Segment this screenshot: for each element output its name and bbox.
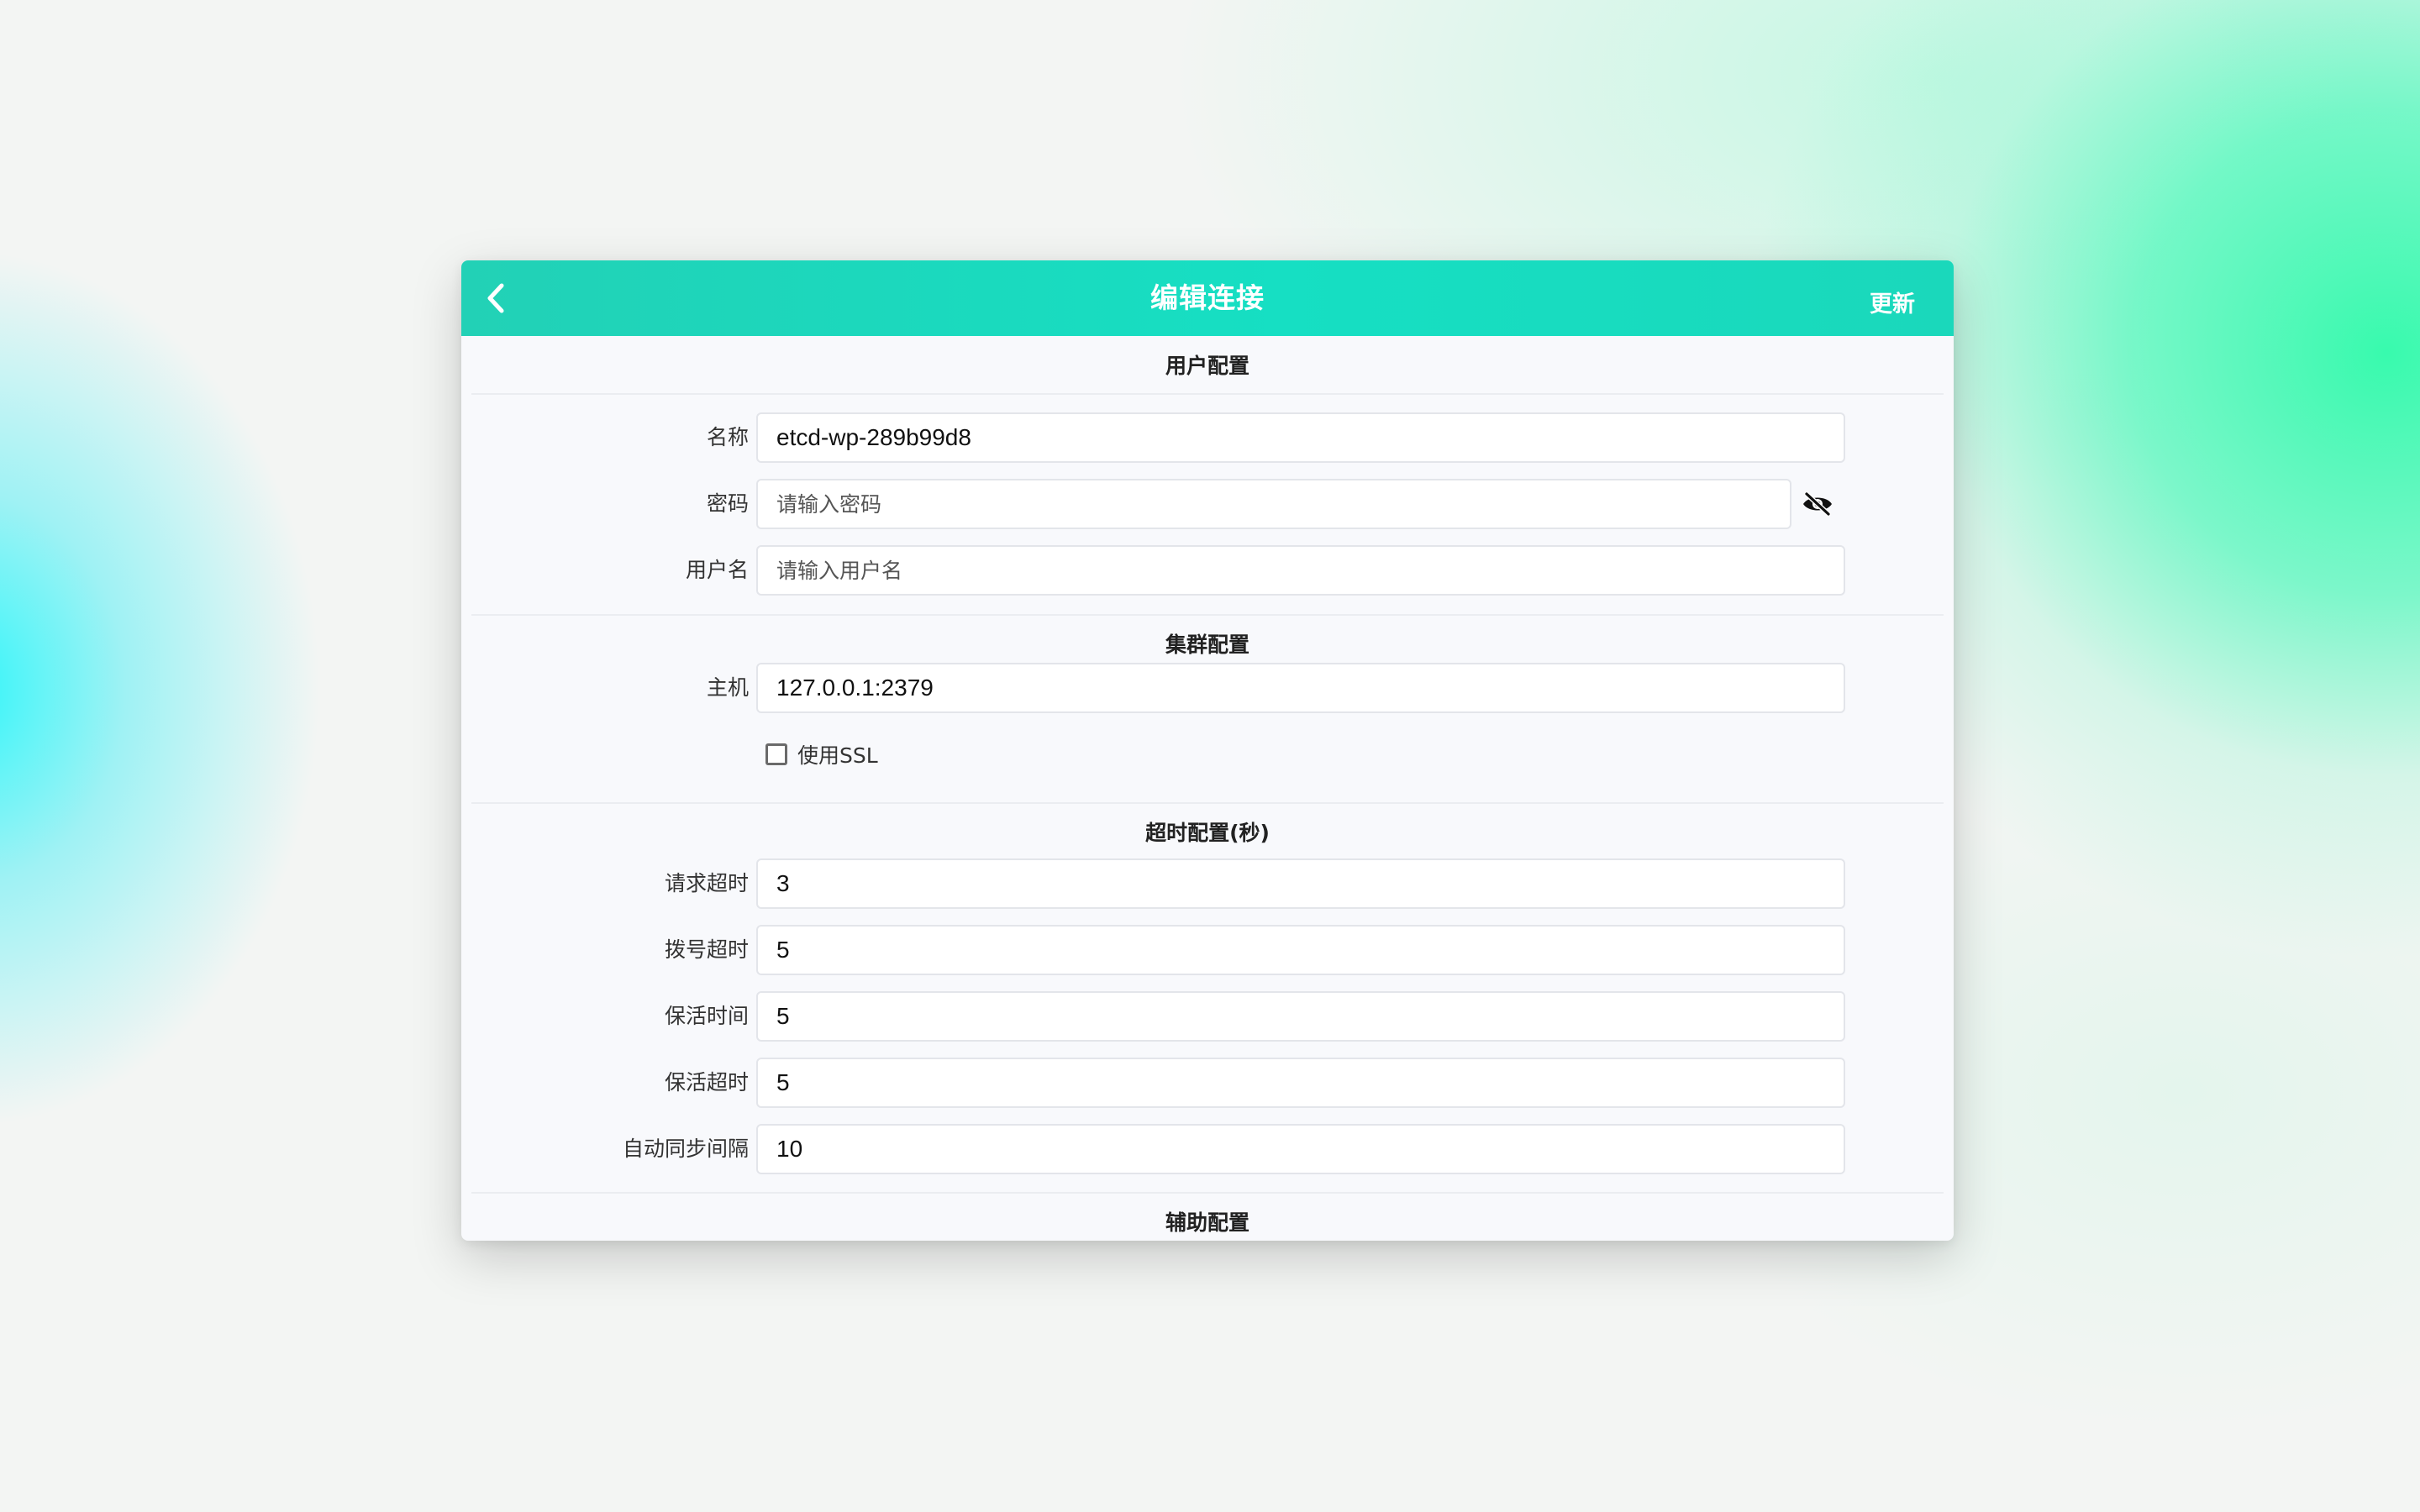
form-row-username: 用户名 bbox=[461, 545, 1954, 596]
host-input[interactable] bbox=[756, 663, 1845, 713]
form-row-password: 密码 bbox=[461, 479, 1954, 529]
section-title-cluster: 集群配置 bbox=[1165, 633, 1249, 657]
divider bbox=[471, 802, 1944, 804]
section-title-aux: 辅助配置 bbox=[1165, 1210, 1249, 1235]
ssl-checkbox[interactable] bbox=[765, 743, 787, 765]
form-row-dial-timeout: 拨号超时 bbox=[461, 925, 1954, 975]
update-button[interactable]: 更新 bbox=[1870, 286, 1915, 318]
page-title: 编辑连接 bbox=[1150, 281, 1265, 314]
divider bbox=[471, 1192, 1944, 1194]
ssl-option[interactable]: 使用SSL bbox=[765, 738, 878, 771]
divider bbox=[471, 614, 1944, 616]
header-bar: 编辑连接 更新 bbox=[461, 260, 1954, 336]
host-label: 主机 bbox=[706, 675, 749, 700]
dial-timeout-input[interactable] bbox=[756, 925, 1845, 975]
keepalive-time-input[interactable] bbox=[756, 991, 1845, 1042]
request-timeout-input[interactable] bbox=[756, 858, 1845, 909]
password-label: 密码 bbox=[706, 491, 749, 516]
password-visibility-toggle[interactable] bbox=[1799, 487, 1836, 521]
autosync-interval-label: 自动同步间隔 bbox=[622, 1137, 749, 1161]
ssl-checkbox-label: 使用SSL bbox=[797, 743, 878, 768]
divider bbox=[471, 393, 1944, 395]
password-input[interactable] bbox=[756, 479, 1791, 529]
form-row-keepalive-time: 保活时间 bbox=[461, 991, 1954, 1042]
username-label: 用户名 bbox=[685, 558, 749, 582]
dial-timeout-label: 拨号超时 bbox=[664, 937, 749, 962]
section-title-user: 用户配置 bbox=[1165, 354, 1249, 378]
form-row-name: 名称 bbox=[461, 412, 1954, 463]
name-label: 名称 bbox=[706, 425, 749, 449]
keepalive-timeout-label: 保活超时 bbox=[664, 1070, 749, 1095]
autosync-interval-input[interactable] bbox=[756, 1124, 1845, 1174]
form-row-autosync-interval: 自动同步间隔 bbox=[461, 1124, 1954, 1174]
keepalive-timeout-input[interactable] bbox=[756, 1058, 1845, 1108]
edit-connection-window: 编辑连接 更新 用户配置 名称 密码 用户名 集群配置 主机 bbox=[461, 260, 1954, 1241]
form-row-request-timeout: 请求超时 bbox=[461, 858, 1954, 909]
form-row-keepalive-timeout: 保活超时 bbox=[461, 1058, 1954, 1108]
username-input[interactable] bbox=[756, 545, 1845, 596]
eye-off-icon bbox=[1803, 491, 1832, 517]
name-input[interactable] bbox=[756, 412, 1845, 463]
request-timeout-label: 请求超时 bbox=[664, 871, 749, 895]
keepalive-time-label: 保活时间 bbox=[664, 1004, 749, 1028]
form-row-host: 主机 bbox=[461, 663, 1954, 713]
section-title-timeout: 超时配置(秒) bbox=[1145, 821, 1270, 845]
